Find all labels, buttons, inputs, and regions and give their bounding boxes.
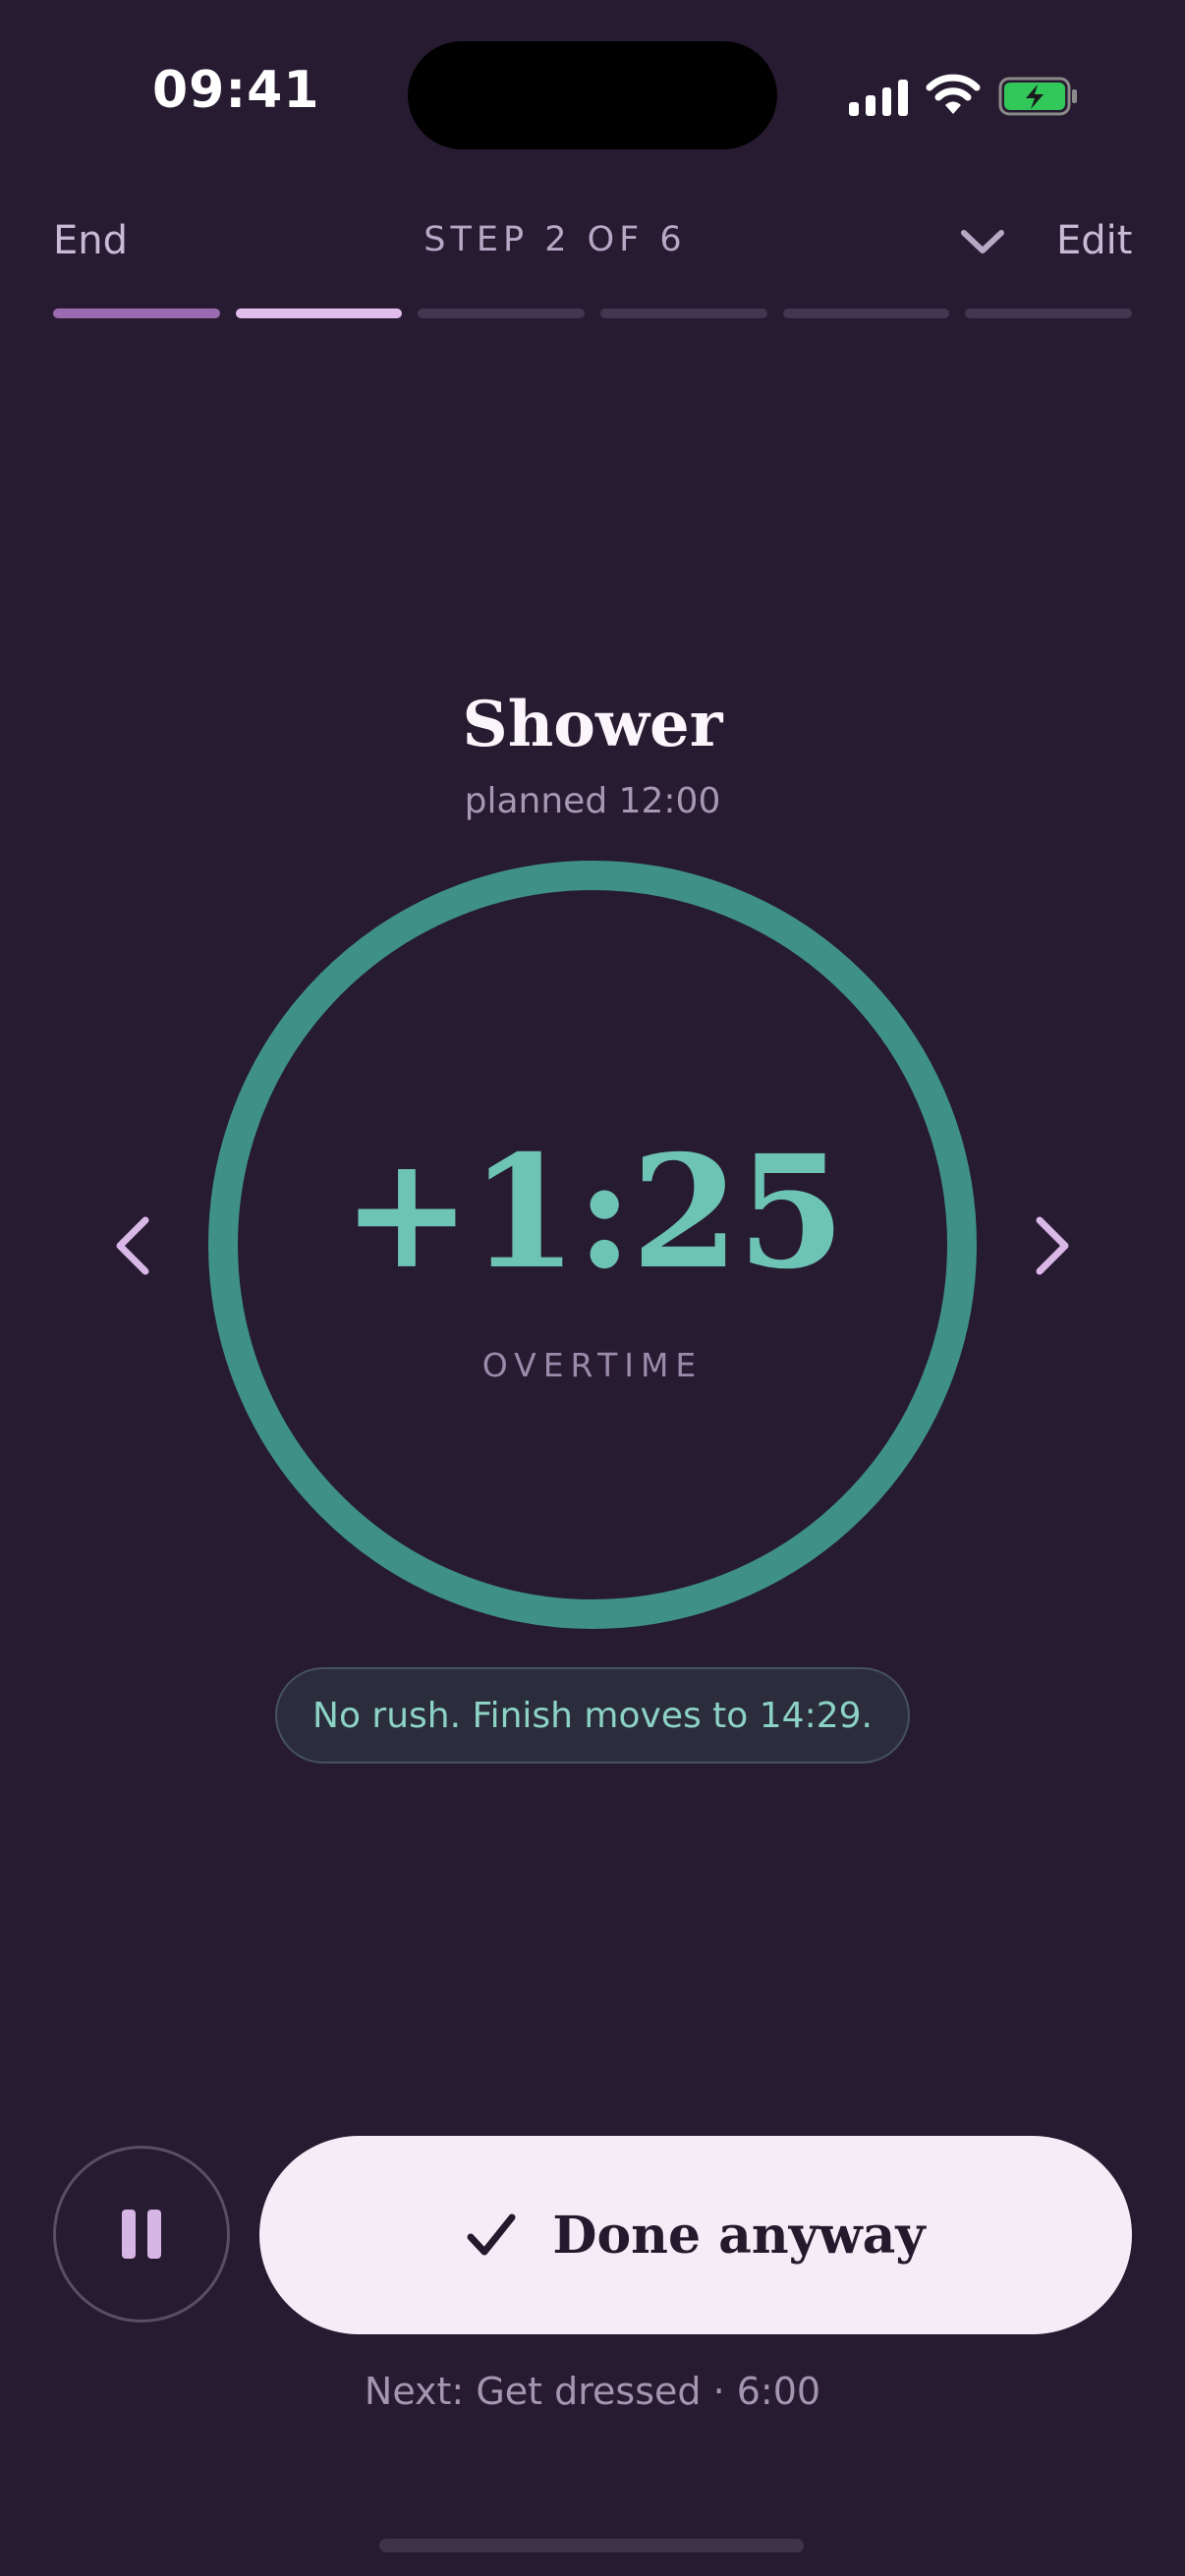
timer-value: +1:25 bbox=[341, 1122, 846, 1304]
progress-segment bbox=[965, 308, 1133, 318]
end-button[interactable]: End bbox=[53, 218, 128, 263]
timer-status-label: OVERTIME bbox=[481, 1346, 704, 1384]
chevron-left-icon[interactable] bbox=[106, 1214, 159, 1277]
progress-segment bbox=[600, 308, 767, 318]
signal-icon bbox=[849, 79, 908, 116]
wifi-icon bbox=[926, 74, 981, 114]
step-counter: STEP 2 OF 6 bbox=[423, 220, 687, 259]
dynamic-island bbox=[408, 41, 777, 149]
home-indicator[interactable] bbox=[379, 2539, 804, 2552]
toast-text: No rush. Finish moves to 14:29. bbox=[312, 1695, 873, 1736]
step-planned-time: planned 12:00 bbox=[464, 781, 721, 821]
chevron-down-icon[interactable] bbox=[958, 224, 1007, 259]
progress-segment bbox=[418, 308, 586, 318]
step-title: Shower bbox=[462, 688, 723, 761]
progress-segment bbox=[782, 308, 950, 318]
chevron-right-icon[interactable] bbox=[1026, 1214, 1079, 1277]
done-anyway-button[interactable]: Done anyway bbox=[259, 2136, 1132, 2334]
progress-segment bbox=[235, 308, 403, 318]
info-toast: No rush. Finish moves to 14:29. bbox=[275, 1667, 910, 1764]
status-time: 09:41 bbox=[152, 61, 320, 120]
checkmark-icon bbox=[467, 2213, 516, 2256]
pause-icon bbox=[122, 2210, 136, 2259]
edit-button[interactable]: Edit bbox=[1056, 218, 1132, 263]
pause-button[interactable] bbox=[53, 2146, 230, 2323]
step-progress-bar bbox=[53, 308, 1133, 318]
battery-charging-icon bbox=[998, 77, 1077, 116]
next-step-hint: Next: Get dressed · 6:00 bbox=[364, 2370, 821, 2413]
done-button-label: Done anyway bbox=[552, 2205, 926, 2266]
progress-segment bbox=[53, 308, 220, 318]
